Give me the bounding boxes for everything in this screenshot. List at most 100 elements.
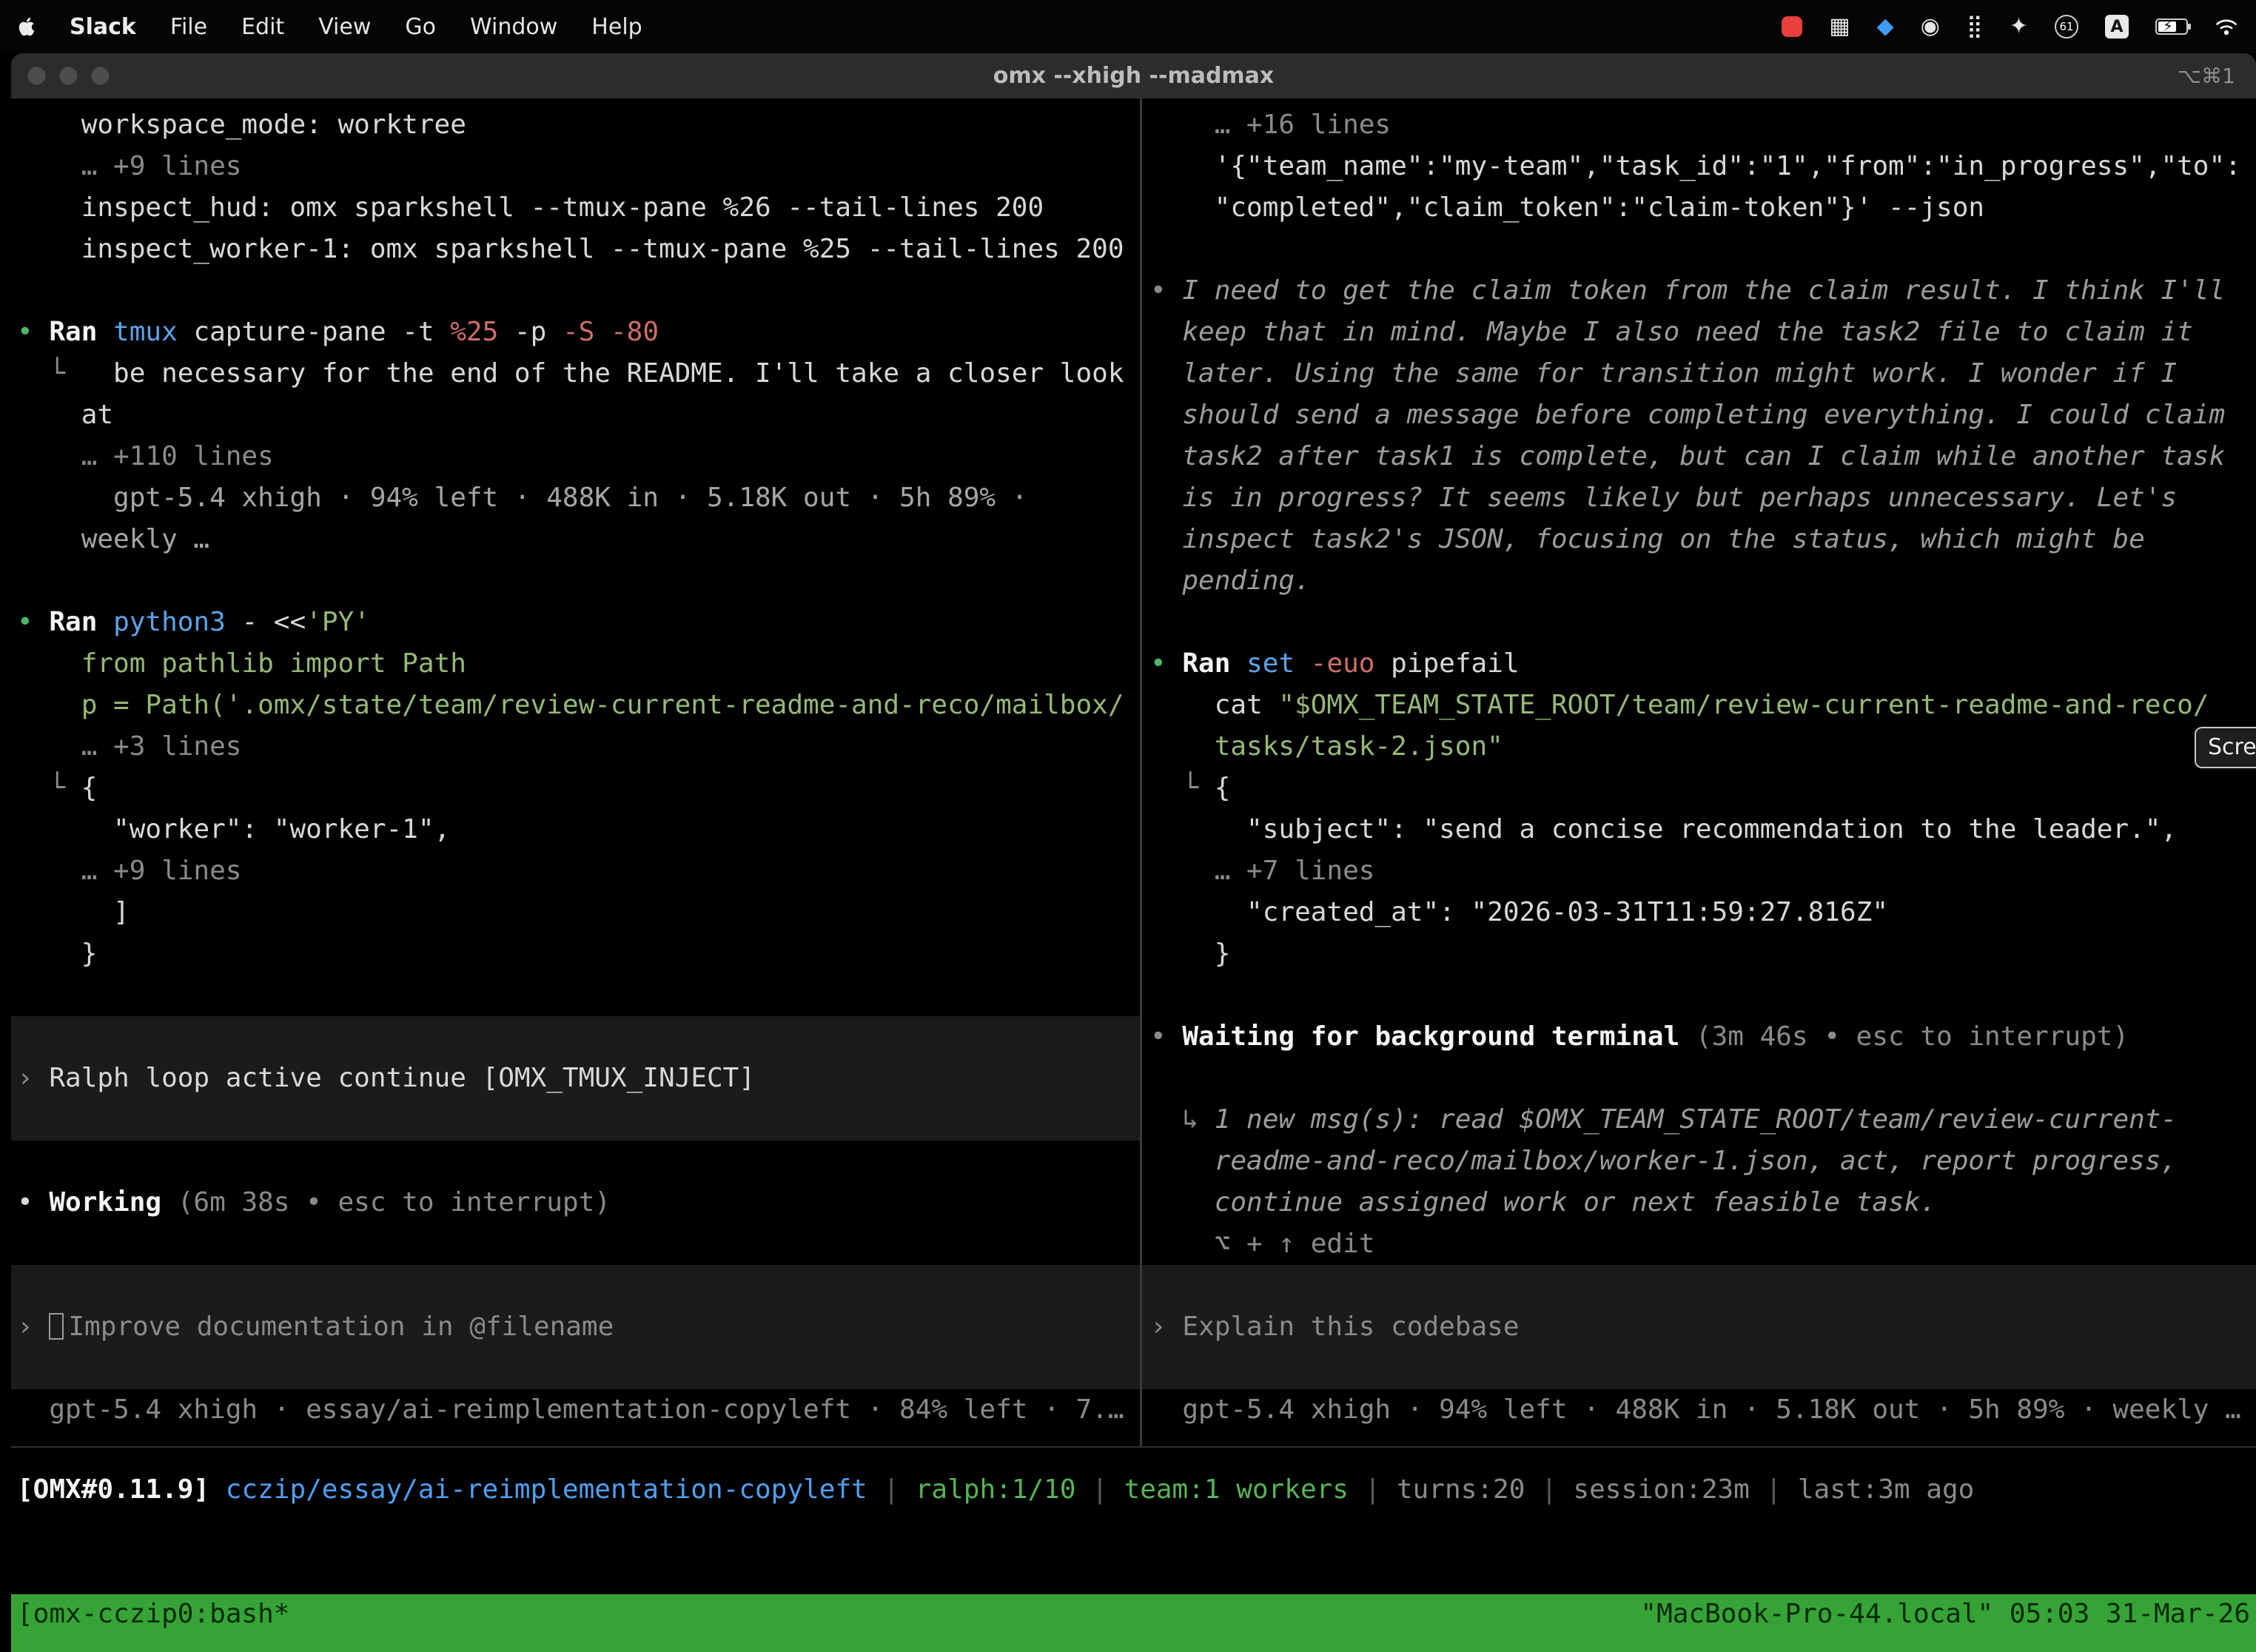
- terminal-line: [11, 1348, 1140, 1389]
- terminal-line: [11, 1265, 1140, 1306]
- count-badge-value: 61: [2059, 20, 2073, 33]
- menu-item-edit[interactable]: Edit: [241, 14, 284, 40]
- terminal-line: weekly …: [11, 519, 1140, 560]
- text-segment: I need to get the claim token from the c…: [1182, 275, 2225, 306]
- text-segment: … +7 lines: [1150, 856, 1374, 886]
- text-cursor: [49, 1313, 64, 1340]
- text-segment: 1 new msg(s): read $OMX_TEAM_STATE_ROOT/…: [1215, 1104, 2177, 1135]
- terminal-line: ]: [11, 892, 1140, 933]
- text-segment: ralph:1/10: [916, 1474, 1076, 1505]
- prompt-line[interactable]: › Improve documentation in @filename: [11, 1306, 1140, 1348]
- terminal-window: omx --xhigh --madmax ⌥⌘1 workspace_mode:…: [11, 53, 2256, 1652]
- menu-bar: Slack File Edit View Go Window Help ▦ ◆ ◉ ⣿ ✦…: [0, 0, 2256, 53]
- text-segment: Working: [49, 1187, 177, 1218]
- text-segment: ›: [17, 1063, 49, 1093]
- terminal-line: └ be necessary for the end of the README…: [11, 353, 1140, 394]
- terminal-line: [11, 270, 1140, 312]
- tmux-pane-right[interactable]: … +16 lines '{"team_name":"my-team","tas…: [1142, 98, 2256, 1446]
- tmux-host-time: "MacBook-Pro-44.local" 05:03 31-Mar-26: [1640, 1594, 2250, 1652]
- text-segment: }: [1150, 939, 1230, 969]
- tmux-pane-left[interactable]: workspace_mode: worktree … +9 lines insp…: [11, 98, 1140, 1446]
- screen-capture-overlay[interactable]: Scre: [2195, 727, 2256, 768]
- terminal-content: workspace_mode: worktree … +9 lines insp…: [11, 98, 2256, 1446]
- text-segment: … +3 lines: [17, 731, 241, 762]
- circle-app-icon[interactable]: ◉: [1921, 16, 1940, 38]
- text-segment: Improve documentation in @filename: [68, 1312, 614, 1342]
- terminal-line: [11, 1141, 1140, 1182]
- terminal-line: [1142, 975, 2256, 1016]
- window-title-bar[interactable]: omx --xhigh --madmax ⌥⌘1: [11, 53, 2256, 99]
- terminal-line: • Working (6m 38s • esc to interrupt): [11, 1182, 1140, 1223]
- screen-recording-icon[interactable]: [1782, 16, 1802, 37]
- terminal-line: ⌥ + ↑ edit: [1142, 1223, 2256, 1265]
- text-segment: tmux: [113, 317, 193, 347]
- text-segment: inspect_hud: omx sparkshell --tmux-pane …: [17, 192, 1044, 223]
- text-segment: should send a message before completing …: [1150, 400, 2225, 430]
- text-segment: workspace_mode: worktree: [17, 110, 466, 140]
- dots-grid-icon[interactable]: ⣿: [1967, 16, 1983, 38]
- grid-icon[interactable]: ▦: [1829, 16, 1850, 38]
- prompt-line[interactable]: › Ralph loop active continue [OMX_TMUX_I…: [11, 1058, 1140, 1099]
- menu-item-window[interactable]: Window: [470, 14, 557, 40]
- terminal-line: '{"team_name":"my-team","task_id":"1","f…: [1142, 146, 2256, 187]
- menu-item-file[interactable]: File: [170, 14, 207, 40]
- sparkle-icon[interactable]: ✦: [2010, 16, 2028, 38]
- terminal-line: "worker": "worker-1",: [11, 809, 1140, 850]
- input-source-icon[interactable]: A: [2105, 15, 2129, 38]
- terminal-line: … +16 lines: [1142, 104, 2256, 146]
- battery-icon[interactable]: ⚡: [2155, 19, 2188, 35]
- window-title: omx --xhigh --madmax: [11, 53, 2256, 98]
- text-segment: (6m 38s • esc to interrupt): [178, 1187, 611, 1218]
- input-source-letter: A: [2110, 18, 2123, 36]
- terminal-line: "completed","claim_token":"claim-token"}…: [1142, 187, 2256, 229]
- terminal-line: gpt-5.4 xhigh · 94% left · 488K in · 5.1…: [1142, 1389, 2256, 1431]
- text-segment: |: [1349, 1474, 1397, 1505]
- text-segment: … +110 lines: [17, 441, 274, 471]
- menu-item-go[interactable]: Go: [405, 14, 436, 40]
- text-segment: 'PY': [306, 607, 370, 637]
- tmux-session-label: [omx-cczip0:bash*: [17, 1594, 289, 1652]
- text-segment: readme-and-reco/mailbox/worker-1.json, a…: [1150, 1146, 2177, 1176]
- text-segment: •: [1150, 648, 1182, 679]
- blue-app-icon[interactable]: ◆: [1877, 16, 1894, 38]
- text-segment: later. Using the same for transition mig…: [1150, 358, 2177, 389]
- text-segment: {: [1215, 773, 1231, 803]
- text-segment: … +16 lines: [1150, 110, 1391, 140]
- text-segment: "created_at": "2026-03-31T11:59:27.816Z": [1150, 897, 1888, 927]
- text-segment: last:3m ago: [1798, 1474, 1974, 1505]
- text-segment: "subject": "send a concise recommendatio…: [1150, 814, 2177, 845]
- text-segment: - <<: [241, 607, 306, 637]
- terminal-line: [1142, 229, 2256, 270]
- text-segment: (3m 46s • esc to interrupt): [1696, 1021, 2129, 1052]
- text-segment: %25: [450, 317, 498, 347]
- menu-item-view[interactable]: View: [318, 14, 371, 40]
- text-segment: team:1 workers: [1124, 1474, 1349, 1505]
- terminal-line: [11, 1223, 1140, 1265]
- wifi-icon[interactable]: [2215, 18, 2238, 36]
- text-segment: continue assigned work or next feasible …: [1150, 1187, 1936, 1218]
- apple-menu-icon[interactable]: [18, 16, 36, 37]
- terminal-line: later. Using the same for transition mig…: [1142, 353, 2256, 394]
- menu-app-name[interactable]: Slack: [70, 14, 136, 40]
- text-segment: |: [1076, 1474, 1124, 1505]
- terminal-line: • Ran set -euo pipefail: [1142, 643, 2256, 685]
- terminal-line: from pathlib import Path: [11, 643, 1140, 685]
- terminal-line: [11, 560, 1140, 602]
- terminal-line: task2 after task1 is complete, but can I…: [1142, 436, 2256, 477]
- prompt-line[interactable]: › Explain this codebase: [1142, 1306, 2256, 1348]
- window-shortcut-hint: ⌥⌘1: [2178, 53, 2235, 98]
- text-segment: keep that in mind. Maybe I also need the…: [1150, 317, 2193, 347]
- terminal-line: readme-and-reco/mailbox/worker-1.json, a…: [1142, 1141, 2256, 1182]
- menu-item-help[interactable]: Help: [591, 14, 642, 40]
- text-segment: weekly …: [17, 524, 209, 554]
- terminal-line: is in progress? It seems likely but perh…: [1142, 477, 2256, 519]
- text-segment: tasks/task-2.json": [1150, 731, 1503, 762]
- menu-bar-status-icons: ▦ ◆ ◉ ⣿ ✦ 61 A ⚡: [1782, 15, 2238, 38]
- terminal-line: at: [11, 394, 1140, 436]
- terminal-line: tasks/task-2.json": [1142, 726, 2256, 768]
- terminal-line: inspect task2's JSON, focusing on the st…: [1142, 519, 2256, 560]
- count-badge-icon[interactable]: 61: [2055, 15, 2078, 38]
- terminal-line: • Ran tmux capture-pane -t %25 -p -S -80: [11, 312, 1140, 353]
- text-segment: •: [17, 1187, 49, 1218]
- text-segment: -euo: [1311, 648, 1391, 679]
